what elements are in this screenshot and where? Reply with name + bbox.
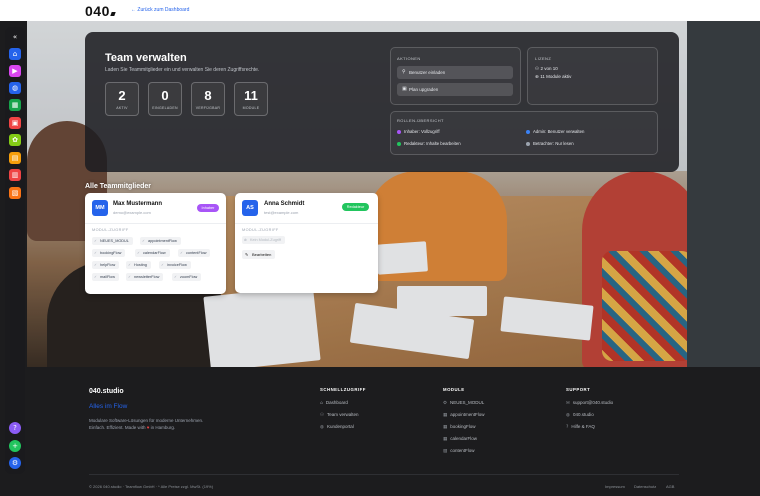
no-module-access-chip: Kein Modul-Zugriff bbox=[242, 236, 285, 244]
briefcase-icon[interactable]: ▣ bbox=[9, 117, 21, 129]
module-chip: appointmentFlow bbox=[140, 237, 181, 245]
module-access-label: MODUL-ZUGRIFF bbox=[242, 228, 279, 232]
footer-link-module[interactable]: ⚙ NEUES_MODUL bbox=[443, 400, 484, 406]
license-title: LIZENZ bbox=[535, 56, 552, 61]
footer-link-help[interactable]: ? Hilfe & FAQ bbox=[566, 424, 595, 430]
back-to-dashboard-link[interactable]: ← Zurück zum Dashboard bbox=[131, 7, 189, 13]
footer-link-portal[interactable]: ◍ Kundenportal bbox=[320, 424, 354, 430]
module-chip: contentFlow bbox=[178, 249, 211, 257]
stat-active: 2 AKTIV bbox=[105, 82, 139, 116]
module-chip: NEUES_MODUL bbox=[92, 237, 133, 245]
footer bbox=[27, 367, 760, 496]
module-chip: invoiceFlow bbox=[159, 261, 191, 269]
avatar: MM bbox=[92, 200, 108, 216]
footer-link-module[interactable]: ▧ contentFlow bbox=[443, 448, 475, 454]
role-editor: Redakteur: Inhalte bearbeiten bbox=[397, 141, 461, 146]
logo[interactable]: 040 bbox=[85, 3, 116, 19]
footer-support-heading: SUPPORT bbox=[566, 387, 591, 392]
settings-icon[interactable]: ⚙ bbox=[9, 457, 21, 469]
invoice-icon[interactable]: ▥ bbox=[9, 169, 21, 181]
module-chip: zoomFlow bbox=[172, 273, 202, 281]
footer-link-privacy[interactable]: Datenschutz bbox=[634, 484, 656, 489]
footer-link-dashboard[interactable]: ⌂ Dashboard bbox=[320, 400, 348, 406]
avatar: AS bbox=[242, 200, 258, 216]
footer-link-email[interactable]: ✉ support@040.studio bbox=[566, 400, 613, 406]
footer-modules-heading: MODULE bbox=[443, 387, 465, 392]
license-users: ⚇ 2 von 10 bbox=[535, 66, 558, 72]
footer-copyright: © 2026 040.studio · Teamflow GmbH · * Al… bbox=[89, 484, 214, 489]
role-admin: Admin: Benutzer verwalten bbox=[526, 129, 584, 134]
globe-icon: ◍ bbox=[566, 413, 570, 418]
stat-available: 8 VERFÜGBAR bbox=[191, 82, 225, 116]
calendar-icon: ▦ bbox=[443, 425, 448, 430]
add-user-icon: ⚲ bbox=[402, 69, 406, 75]
footer-link-website[interactable]: ◍ 040.studio bbox=[566, 412, 594, 418]
module-chip: bookingFlow bbox=[92, 249, 126, 257]
calendar-check-icon[interactable]: ▤ bbox=[9, 152, 21, 164]
heart-icon: ♥ bbox=[146, 425, 150, 430]
document-icon[interactable]: ▧ bbox=[9, 187, 21, 199]
member-email: test@example.com bbox=[264, 210, 299, 215]
role-viewer: Betrachter: Nur lesen bbox=[526, 141, 574, 146]
footer-quick-heading: SCHNELLZUGRIFF bbox=[320, 387, 366, 392]
footer-link-module[interactable]: ▦ bookingFlow bbox=[443, 424, 476, 430]
stat-modules: 11 MODULE bbox=[234, 82, 268, 116]
top-bar: 040 ← Zurück zum Dashboard bbox=[0, 0, 760, 21]
role-badge-editor: Redakteur bbox=[342, 203, 369, 211]
stat-invited: 0 EINGELADEN bbox=[148, 82, 182, 116]
upgrade-plan-button[interactable]: ▣ Plan upgraden bbox=[397, 83, 513, 96]
module-chip: helpFlow bbox=[92, 261, 120, 269]
module-chip: mailFlow bbox=[92, 273, 119, 281]
module-chip: Hosting bbox=[126, 261, 151, 269]
role-badge-owner: Inhaber bbox=[197, 204, 219, 212]
globe-icon[interactable]: ◍ bbox=[9, 82, 21, 94]
footer-link-impressum[interactable]: Impressum bbox=[605, 484, 625, 489]
module-icon: ⚙ bbox=[443, 401, 448, 406]
home-icon: ⌂ bbox=[320, 401, 323, 406]
footer-link-terms[interactable]: AGB bbox=[666, 484, 674, 489]
footer-tagline: Alles im Flow bbox=[89, 403, 128, 410]
left-sidebar: « ⌂ ▶ ◍ ▦ ▣ ✿ ▤ ▥ ▧ ? + ⚙ bbox=[5, 27, 25, 474]
roles-title: ROLLEN-ÜBERSICHT bbox=[397, 118, 444, 123]
users-icon: ⚇ bbox=[320, 413, 325, 418]
module-access-label: MODUL-ZUGRIFF bbox=[92, 228, 129, 232]
actions-title: AKTIONEN bbox=[397, 56, 421, 61]
edit-member-button[interactable]: ✎ Bearbeiten bbox=[242, 250, 276, 259]
help-icon[interactable]: ? bbox=[9, 422, 21, 434]
video-icon[interactable]: ▶ bbox=[9, 65, 21, 77]
add-icon[interactable]: + bbox=[9, 440, 21, 452]
mail-icon: ✉ bbox=[566, 401, 570, 406]
home-icon[interactable]: ⌂ bbox=[9, 48, 21, 60]
module-chip: newsletterFlow bbox=[126, 273, 164, 281]
footer-link-module[interactable]: ▦ appointmentFlow bbox=[443, 412, 485, 418]
module-chip: calendarFlow bbox=[135, 249, 170, 257]
calendar-icon[interactable]: ▦ bbox=[9, 99, 21, 111]
footer-link-module[interactable]: ▦ calendarFlow bbox=[443, 436, 477, 442]
help-icon: ? bbox=[566, 425, 569, 430]
license-modules: ⊛ 11 Module aktiv bbox=[535, 74, 572, 80]
footer-link-team[interactable]: ⚇ Team verwalten bbox=[320, 412, 359, 418]
calendar-icon: ▦ bbox=[443, 413, 448, 418]
footer-brand: 040.studio bbox=[89, 388, 124, 395]
page-title: Team verwalten bbox=[105, 52, 187, 64]
footer-description: Modulare Software-Lösungen für moderne U… bbox=[89, 418, 204, 430]
page-subtitle: Laden Sie Teammitglieder ein und verwalt… bbox=[105, 67, 260, 73]
members-heading: Alle Teammitglieder bbox=[85, 183, 152, 190]
role-owner: Inhaber: Vollzugriff bbox=[397, 129, 440, 134]
globe-icon: ◍ bbox=[320, 425, 324, 430]
edit-icon: ✎ bbox=[245, 252, 249, 257]
collapse-icon[interactable]: « bbox=[9, 31, 21, 43]
member-email: demo@example.com bbox=[113, 210, 151, 215]
member-name: Anna Schmidt bbox=[264, 201, 305, 207]
document-icon: ▧ bbox=[443, 449, 448, 454]
upgrade-icon: ▣ bbox=[402, 86, 407, 92]
leaf-icon[interactable]: ✿ bbox=[9, 134, 21, 146]
member-name: Max Mustermann bbox=[113, 201, 163, 207]
invite-user-button[interactable]: ⚲ Benutzer einladen bbox=[397, 66, 513, 79]
calendar-icon: ▦ bbox=[443, 437, 448, 442]
